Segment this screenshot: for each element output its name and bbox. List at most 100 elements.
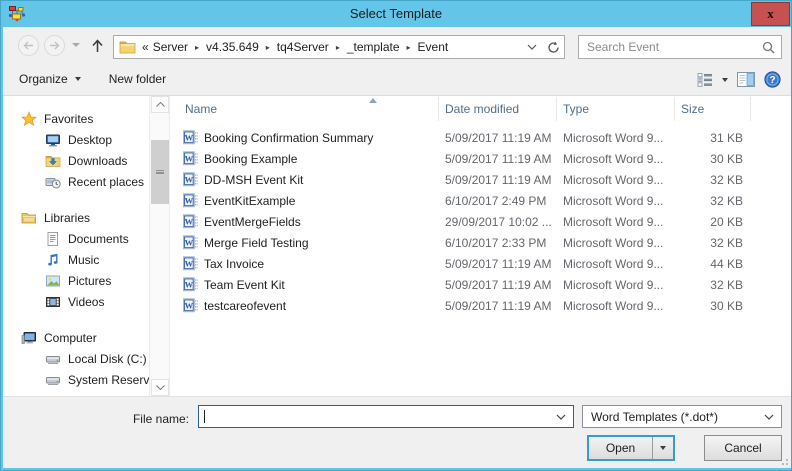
sidebar-item-icon — [21, 111, 37, 127]
change-view-button[interactable] — [697, 73, 713, 87]
file-size-text: 32 KB — [675, 173, 751, 187]
file-name-input[interactable] — [199, 406, 549, 427]
open-button[interactable]: Open — [589, 437, 652, 459]
column-header-size[interactable]: Size — [675, 97, 751, 121]
sidebar-item-label: Videos — [68, 295, 104, 309]
sidebar-item-label: Music — [68, 253, 99, 267]
sidebar-item-icon — [45, 273, 61, 289]
refresh-icon[interactable] — [547, 41, 560, 54]
search-input[interactable] — [587, 40, 762, 54]
breadcrumb-segment[interactable]: v4.35.649 — [206, 40, 277, 54]
breadcrumb-segment[interactable]: Event — [418, 40, 449, 54]
view-dropdown-button[interactable] — [722, 78, 728, 82]
address-dropdown-icon[interactable] — [527, 44, 537, 50]
file-date-text: 29/09/2017 10:02 ... — [439, 215, 557, 229]
chevron-up-icon — [156, 102, 165, 107]
file-name-dropdown-button[interactable] — [549, 406, 573, 427]
new-folder-button[interactable]: New folder — [109, 72, 166, 86]
sidebar-item[interactable]: Downloads — [3, 150, 149, 171]
file-type-text: Microsoft Word 9... — [557, 131, 675, 145]
column-header-name[interactable]: Name — [171, 97, 439, 121]
sidebar-item[interactable]: Pictures — [3, 270, 149, 291]
details-view-icon — [697, 73, 713, 87]
file-row[interactable]: W Merge Field Testing 6/10/2017 2:33 PM … — [171, 232, 791, 253]
word-document-icon: W — [183, 193, 198, 208]
file-type-text: Microsoft Word 9... — [557, 236, 675, 250]
file-row[interactable]: W EventKitExample 6/10/2017 2:49 PM Micr… — [171, 190, 791, 211]
file-row[interactable]: W EventMergeFields 29/09/2017 10:02 ... … — [171, 211, 791, 232]
svg-text:W: W — [185, 258, 194, 268]
breadcrumb-segment[interactable]: tq4Server — [277, 40, 347, 54]
recent-locations-chevron-icon[interactable] — [72, 43, 80, 47]
word-document-icon: W — [183, 235, 198, 250]
file-date-text: 5/09/2017 11:19 AM — [439, 173, 557, 187]
scroll-up-button[interactable] — [151, 96, 169, 113]
cancel-button[interactable]: Cancel — [704, 435, 782, 461]
navigation-pane: Favorites Desktop Downloads Rece — [3, 96, 149, 396]
sidebar-item[interactable]: Favorites — [3, 108, 149, 129]
sidebar-scrollbar[interactable] — [149, 96, 170, 396]
chevron-down-icon — [156, 385, 165, 390]
forward-button[interactable] — [44, 35, 65, 56]
preview-pane-icon — [737, 72, 755, 87]
sidebar-item[interactable]: Music — [3, 249, 149, 270]
file-type-value: Word Templates (*.dot*) — [591, 410, 718, 424]
up-button[interactable] — [87, 35, 107, 56]
sidebar-item-label: Favorites — [44, 112, 93, 126]
breadcrumb-segment[interactable]: Server — [153, 40, 206, 54]
file-size-text: 31 KB — [675, 131, 751, 145]
column-header-type[interactable]: Type — [557, 97, 675, 121]
file-size-text: 30 KB — [675, 152, 751, 166]
sidebar-item[interactable]: Recent places — [3, 171, 149, 192]
preview-pane-button[interactable] — [737, 72, 755, 87]
file-date-text: 6/10/2017 2:33 PM — [439, 236, 557, 250]
sidebar-item[interactable]: Videos — [3, 291, 149, 312]
svg-text:?: ? — [769, 75, 775, 86]
file-row[interactable]: W Booking Example 5/09/2017 11:19 AM Mic… — [171, 148, 791, 169]
file-size-text: 32 KB — [675, 278, 751, 292]
file-date-text: 6/10/2017 2:49 PM — [439, 194, 557, 208]
dialog-client-area: « Serverv4.35.649tq4Server_templateEvent — [3, 27, 791, 468]
browser-content: Favorites Desktop Downloads Rece — [3, 96, 791, 396]
close-button[interactable]: x — [751, 2, 790, 26]
file-size-text: 32 KB — [675, 236, 751, 250]
dialog-footer: File name: Word Templates (*.dot*) Open — [3, 396, 791, 468]
sidebar-item-label: System Reserved — [68, 373, 149, 387]
breadcrumb-overflow[interactable]: « — [142, 40, 149, 54]
file-type-text: Microsoft Word 9... — [557, 152, 675, 166]
address-bar[interactable]: « Serverv4.35.649tq4Server_templateEvent — [113, 35, 565, 59]
sidebar-item[interactable]: System Reserved — [3, 369, 149, 390]
file-type-select[interactable]: Word Templates (*.dot*) — [582, 405, 782, 428]
word-document-icon: W — [183, 277, 198, 292]
sidebar-item[interactable]: Local Disk (C:) — [3, 348, 149, 369]
grip-icon — [156, 170, 164, 174]
scroll-down-button[interactable] — [151, 379, 169, 396]
sidebar-item[interactable]: Computer — [3, 327, 149, 348]
sidebar-item-label: Local Disk (C:) — [68, 352, 147, 366]
back-button[interactable] — [18, 35, 39, 56]
sidebar-item[interactable]: Libraries — [3, 207, 149, 228]
file-row[interactable]: W testcareofevent 5/09/2017 11:19 AM Mic… — [171, 295, 791, 316]
svg-text:W: W — [185, 132, 194, 142]
resize-grip[interactable] — [778, 455, 788, 465]
select-template-dialog: Select Template x — [0, 0, 792, 471]
file-row[interactable]: W Booking Confirmation Summary 5/09/2017… — [171, 127, 791, 148]
svg-text:W: W — [185, 237, 194, 247]
file-row[interactable]: W Team Event Kit 5/09/2017 11:19 AM Micr… — [171, 274, 791, 295]
file-rows: W Booking Confirmation Summary 5/09/2017… — [171, 122, 791, 316]
breadcrumb: Serverv4.35.649tq4Server_templateEvent — [153, 40, 527, 54]
svg-text:W: W — [185, 216, 194, 226]
file-size-text: 30 KB — [675, 299, 751, 313]
sidebar-item-icon — [45, 174, 61, 190]
help-button[interactable]: ? — [764, 71, 781, 88]
file-row[interactable]: W Tax Invoice 5/09/2017 11:19 AM Microso… — [171, 253, 791, 274]
organize-button[interactable]: Organize — [19, 72, 81, 86]
breadcrumb-segment[interactable]: _template — [347, 40, 418, 54]
open-dropdown-button[interactable] — [652, 437, 673, 459]
scrollbar-thumb[interactable] — [151, 140, 169, 204]
sidebar-item[interactable]: Documents — [3, 228, 149, 249]
sidebar-item[interactable]: Desktop — [3, 129, 149, 150]
column-header-date-modified[interactable]: Date modified — [439, 97, 557, 121]
file-size-text: 20 KB — [675, 215, 751, 229]
file-row[interactable]: W DD-MSH Event Kit 5/09/2017 11:19 AM Mi… — [171, 169, 791, 190]
